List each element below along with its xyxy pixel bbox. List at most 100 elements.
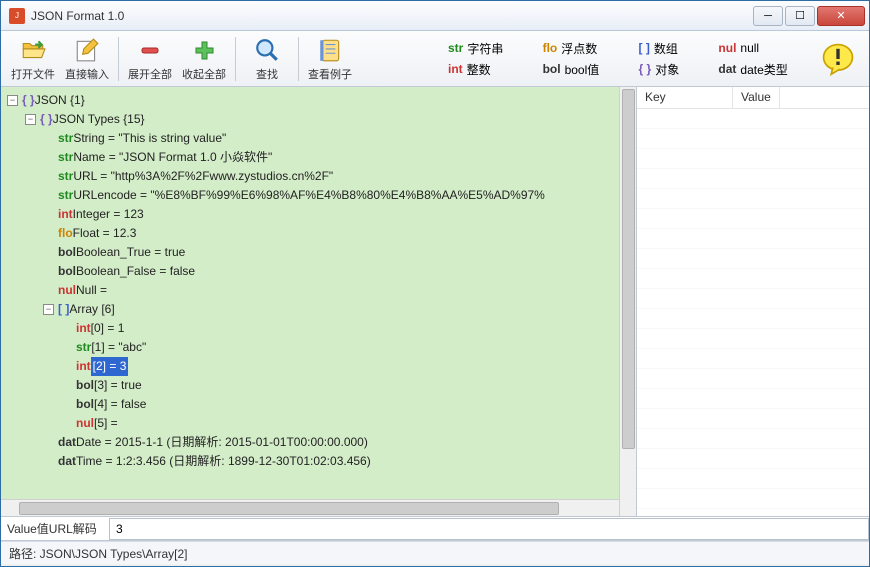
tree-row[interactable]: str String = "This is string value": [7, 129, 636, 148]
type-tag: bol: [58, 243, 76, 262]
value-decode-label: Value值URL解码: [1, 520, 109, 537]
legend-nul: nulnull: [718, 40, 809, 57]
tree-row[interactable]: flo Float = 12.3: [7, 224, 636, 243]
tree-row[interactable]: −[ ] Array [6]: [7, 300, 636, 319]
search-icon: [253, 36, 281, 64]
tree-row[interactable]: bol [3] = true: [7, 376, 636, 395]
type-tag: str: [76, 338, 91, 357]
expand-all-button[interactable]: 展开全部: [124, 34, 176, 84]
value-column-header[interactable]: Value: [733, 87, 780, 108]
legend-bol: bolbool值: [543, 61, 621, 78]
tree-panel: −{ } JSON {1}−{ } JSON Types {15}str Str…: [1, 87, 637, 516]
tree-row[interactable]: bol Boolean_False = false: [7, 262, 636, 281]
tree-node-text: Integer = 123: [73, 205, 144, 224]
horizontal-scrollbar[interactable]: [1, 499, 619, 516]
type-tag: str: [58, 148, 73, 167]
tree-row[interactable]: bol Boolean_True = true: [7, 243, 636, 262]
tree-row[interactable]: int Integer = 123: [7, 205, 636, 224]
tree-row[interactable]: str URL = "http%3A%2F%2Fwww.zystudios.cn…: [7, 167, 636, 186]
view-example-button[interactable]: 查看例子: [304, 34, 356, 84]
maximize-button[interactable]: ☐: [785, 6, 815, 26]
scroll-thumb[interactable]: [19, 502, 559, 515]
key-value-panel: Key Value: [637, 87, 869, 516]
tree-row[interactable]: −{ } JSON {1}: [7, 91, 636, 110]
minus-icon: [136, 36, 164, 64]
tree-row[interactable]: str [1] = "abc": [7, 338, 636, 357]
toolbar-separator: [235, 37, 236, 81]
tree-node-text: Boolean_False = false: [76, 262, 195, 281]
type-legend: str字符串 flo浮点数 [ ]数组 nulnull int整数 bolboo…: [358, 36, 819, 82]
tree-row[interactable]: str Name = "JSON Format 1.0 小焱软件": [7, 148, 636, 167]
open-file-button[interactable]: 打开文件: [7, 34, 59, 84]
tree-node-text: Null =: [76, 281, 107, 300]
type-tag: nul: [76, 414, 94, 433]
type-tag: dat: [58, 433, 76, 452]
tree-row[interactable]: int [2] = 3: [7, 357, 636, 376]
type-tag: bol: [76, 395, 94, 414]
value-decode-bar: Value值URL解码: [1, 517, 869, 541]
close-button[interactable]: ✕: [817, 6, 865, 26]
legend-flo: flo浮点数: [543, 40, 621, 57]
tree-node-text: URL = "http%3A%2F%2Fwww.zystudios.cn%2F": [73, 167, 333, 186]
plus-icon: [190, 36, 218, 64]
json-tree[interactable]: −{ } JSON {1}−{ } JSON Types {15}str Str…: [1, 87, 636, 499]
view-example-label: 查看例子: [308, 66, 352, 82]
legend-int: int整数: [448, 61, 525, 78]
type-tag: int: [76, 357, 91, 376]
collapse-all-button[interactable]: 收起全部: [178, 34, 230, 84]
find-button[interactable]: 查找: [241, 34, 293, 84]
titlebar: J JSON Format 1.0 ─ ☐ ✕: [1, 1, 869, 31]
tree-node-text: Array [6]: [69, 300, 114, 319]
vertical-scrollbar[interactable]: [619, 87, 636, 516]
tree-toggle-icon[interactable]: −: [25, 114, 36, 125]
tree-node-text: [4] = false: [94, 395, 146, 414]
direct-input-label: 直接输入: [65, 66, 109, 82]
tree-row[interactable]: dat Date = 2015-1-1 (日期解析: 2015-01-01T00…: [7, 433, 636, 452]
tree-row[interactable]: dat Time = 1:2:3.456 (日期解析: 1899-12-30T0…: [7, 452, 636, 471]
tree-row[interactable]: bol [4] = false: [7, 395, 636, 414]
value-decode-input[interactable]: [109, 518, 869, 540]
tree-node-text: [1] = "abc": [91, 338, 146, 357]
tree-row[interactable]: str URLencode = "%E8%BF%99%E6%98%AF%E4%B…: [7, 186, 636, 205]
window-title: JSON Format 1.0: [31, 9, 751, 23]
tree-node-text: [2] = 3: [91, 357, 129, 376]
toolbar-separator: [298, 37, 299, 81]
type-tag: str: [58, 186, 73, 205]
minimize-button[interactable]: ─: [753, 6, 783, 26]
type-tag: nul: [58, 281, 76, 300]
scroll-thumb[interactable]: [622, 89, 635, 449]
app-icon: J: [9, 8, 25, 24]
tree-row[interactable]: nul Null =: [7, 281, 636, 300]
tree-toggle-icon[interactable]: −: [7, 95, 18, 106]
warning-icon[interactable]: [821, 42, 855, 76]
path-text: 路径: JSON\JSON Types\Array[2]: [9, 547, 188, 561]
tree-node-text: Time = 1:2:3.456 (日期解析: 1899-12-30T01:02…: [76, 452, 371, 471]
find-label: 查找: [256, 66, 278, 82]
direct-input-button[interactable]: 直接输入: [61, 34, 113, 84]
tree-toggle-icon[interactable]: −: [43, 304, 54, 315]
type-tag: str: [58, 129, 73, 148]
type-tag: [ ]: [58, 300, 69, 319]
tree-row[interactable]: nul [5] =: [7, 414, 636, 433]
legend-obj: { }对象: [639, 61, 701, 78]
legend-str: str字符串: [448, 40, 525, 57]
tree-node-text: Float = 12.3: [73, 224, 137, 243]
window-controls: ─ ☐ ✕: [751, 6, 865, 26]
toolbar-separator: [118, 37, 119, 81]
legend-arr: [ ]数组: [639, 40, 701, 57]
tree-row[interactable]: −{ } JSON Types {15}: [7, 110, 636, 129]
type-tag: bol: [76, 376, 94, 395]
tree-node-text: [3] = true: [94, 376, 142, 395]
type-tag: { }: [40, 110, 53, 129]
statusbar: 路径: JSON\JSON Types\Array[2]: [1, 541, 869, 564]
tree-node-text: [0] = 1: [91, 319, 125, 338]
collapse-all-label: 收起全部: [182, 66, 226, 82]
open-file-label: 打开文件: [11, 66, 55, 82]
key-column-header[interactable]: Key: [637, 87, 733, 108]
type-tag: { }: [22, 91, 35, 110]
tree-node-text: URLencode = "%E8%BF%99%E6%98%AF%E4%B8%80…: [73, 186, 545, 205]
tree-node-text: Boolean_True = true: [76, 243, 185, 262]
tree-row[interactable]: int [0] = 1: [7, 319, 636, 338]
kv-body[interactable]: [637, 109, 869, 516]
pencil-icon: [73, 36, 101, 64]
